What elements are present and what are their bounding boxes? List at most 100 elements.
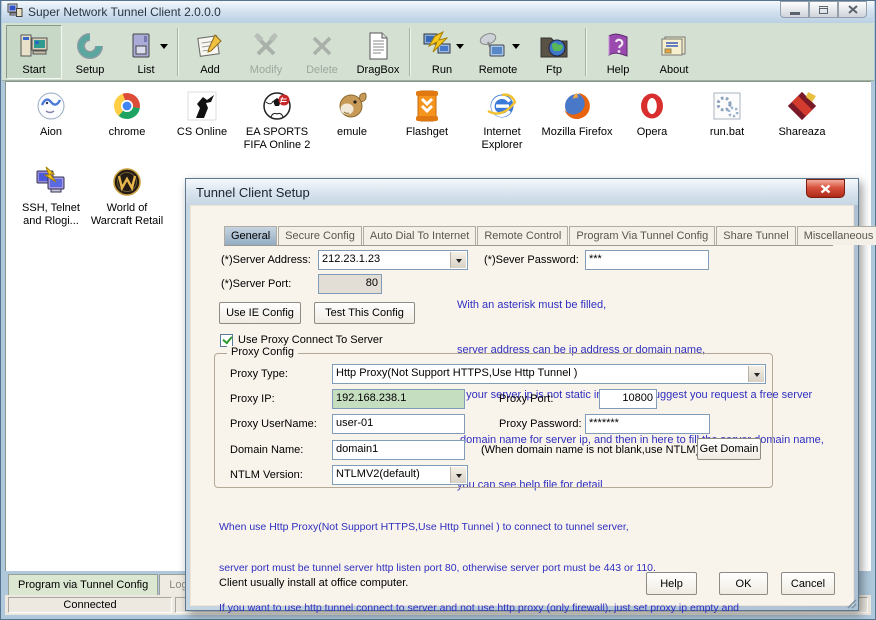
tab-auto-dial[interactable]: Auto Dial To Internet [363,226,476,245]
desktop-icon-internet-explorer[interactable]: Internet Explorer [464,88,540,152]
toolbar-modify-button: Modify [238,25,294,79]
modify-icon [250,30,282,62]
server-address-combobox[interactable]: 212.23.1.23 [318,250,468,270]
chevron-down-icon [456,474,462,481]
server-port-field[interactable]: 80 [318,274,382,294]
toolbar-start-button[interactable]: Start [6,25,62,79]
tab-secure-config[interactable]: Secure Config [278,226,362,245]
toolbar-run-label: Run [432,64,452,77]
remote-dropdown-icon[interactable] [512,44,520,53]
start-icon [18,30,50,62]
proxy-port-label: Proxy Port: [499,393,553,405]
toolbar-add-label: Add [200,64,220,77]
desktop-icon-run-bat[interactable]: run.bat [689,88,765,139]
tab-miscellaneous[interactable]: Miscellaneous [797,226,876,245]
toolbar-about-button[interactable]: About [646,25,702,79]
bottom-tab-program-via-tunnel-config[interactable]: Program via Tunnel Config [8,574,158,595]
proxy-username-label: Proxy UserName: [230,418,317,430]
tab-program-via-tunnel[interactable]: Program Via Tunnel Config [569,226,715,245]
desktop-icon-ea-fifa[interactable]: EA SPORTS FIFA Online 2 [239,88,315,152]
ok-button[interactable]: OK [719,572,768,595]
ftp-icon [538,30,570,62]
close-icon [820,184,831,194]
ntlm-version-combobox[interactable]: NTLMV2(default) [332,465,468,485]
minimize-button[interactable] [780,1,809,18]
desktop-icon-label: emule [314,126,390,139]
desktop-icon-label: run.bat [689,126,765,139]
proxy-config-groupbox: Proxy Config Proxy Type: Http Proxy(Not … [214,353,773,488]
flashget-icon [409,88,445,124]
tunnel-client-setup-dialog: Tunnel Client Setup General Secure Confi… [185,178,859,611]
restore-button[interactable] [809,1,838,18]
window-controls [780,1,867,18]
desktop-icon-wow[interactable]: World of Warcraft Retail [89,164,165,228]
proxy-type-combobox[interactable]: Http Proxy(Not Support HTTPS,Use Http Tu… [332,364,766,384]
ssh-telnet-icon [33,164,69,200]
toolbar-add-button[interactable]: Add [182,25,238,79]
desktop-icon-opera[interactable]: Opera [614,88,690,139]
resize-grip[interactable] [845,597,857,609]
desktop-icon-label: EA SPORTS FIFA Online 2 [239,126,315,152]
toolbar-dragbox-button[interactable]: DragBox [350,25,406,79]
cancel-button[interactable]: Cancel [781,572,835,595]
desktop-icon-flashget[interactable]: Flashget [389,88,465,139]
toolbar-separator [585,28,587,76]
shareaza-icon [784,88,820,124]
tab-share-tunnel[interactable]: Share Tunnel [716,226,795,245]
desktop-icon-emule[interactable]: emule [314,88,390,139]
toolbar-remote-button[interactable]: Remote [470,25,526,79]
server-address-value: 212.23.1.23 [319,251,467,265]
desktop-icon-label: CS Online [164,126,240,139]
toolbar-list-button[interactable]: List [118,25,174,79]
desktop-icon-label: Internet Explorer [464,126,540,152]
main-titlebar: Super Network Tunnel Client 2.0.0.0 [2,1,874,23]
toolbar-setup-button[interactable]: Setup [62,25,118,79]
toolbar-help-button[interactable]: Help [590,25,646,79]
desktop-icon-chrome[interactable]: chrome [89,88,165,139]
ea-fifa-icon [259,88,295,124]
proxy-password-label: Proxy Password: [499,418,582,430]
toolbar-start-label: Start [22,64,45,77]
toolbar-about-label: About [660,64,689,77]
footer-note: Client usually install at office compute… [219,577,408,589]
wow-icon [109,164,145,200]
proxy-password-field[interactable]: ******* [585,414,710,434]
domain-name-field[interactable]: domain1 [332,440,465,460]
use-ie-config-button[interactable]: Use IE Config [219,302,301,324]
dialog-close-button[interactable] [806,179,845,198]
tab-remote-control[interactable]: Remote Control [477,226,568,245]
toolbar-separator [409,28,411,76]
proxy-port-field[interactable]: 10800 [599,389,657,409]
test-this-config-button[interactable]: Test This Config [314,302,415,324]
app-icon [7,2,23,23]
help-button[interactable]: Help [646,572,697,595]
desktop-icon-aion[interactable]: Aion [13,88,89,139]
list-dropdown-icon[interactable] [160,44,168,53]
emule-icon [334,88,370,124]
proxy-username-field[interactable]: user-01 [332,414,465,434]
desktop-icon-firefox[interactable]: Mozilla Firefox [539,88,615,139]
window-title: Super Network Tunnel Client 2.0.0.0 [28,5,221,19]
desktop-icon-ssh-telnet[interactable]: SSH, Telnet and Rlogi... [13,164,89,228]
ntlm-version-dropdown-button[interactable] [450,467,466,483]
proxy-ip-field[interactable]: 192.168.238.1 [332,389,465,409]
ntlm-note: (When domain name is not blank,use NTLM) [481,444,699,456]
desktop-icon-shareaza[interactable]: Shareaza [764,88,840,139]
toolbar-run-button[interactable]: Run [414,25,470,79]
toolbar-ftp-button[interactable]: Ftp [526,25,582,79]
desktop-icon-label: Flashget [389,126,465,139]
server-address-dropdown-button[interactable] [450,252,466,268]
run-dropdown-icon[interactable] [456,44,464,53]
tab-general[interactable]: General [224,226,277,245]
toolbar-dragbox-label: DragBox [357,64,400,77]
opera-icon [634,88,670,124]
server-password-field[interactable]: *** [585,250,709,270]
desktop-icon-cs-online[interactable]: CS Online [164,88,240,139]
proxy-type-dropdown-button[interactable] [748,366,764,382]
dialog-body: General Secure Config Auto Dial To Inter… [190,205,854,606]
restore-icon [819,6,828,14]
cs-online-icon [184,88,220,124]
toolbar: Start Setup List [2,23,874,81]
close-button[interactable] [838,1,867,18]
get-domain-button[interactable]: Get Domain [697,438,761,460]
